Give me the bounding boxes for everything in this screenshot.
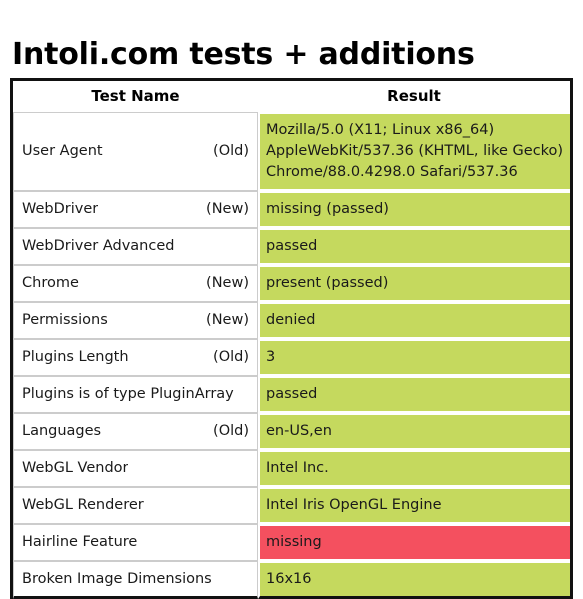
test-name-label: WebDriver <box>22 201 99 217</box>
table-header-row: Test Name Result <box>13 81 570 112</box>
table-row: WebGL Renderer Intel Iris OpenGL Engine <box>13 487 570 524</box>
test-result-cell: en-US,en <box>258 413 570 450</box>
table-row: Chrome (New) present (passed) <box>13 265 570 302</box>
fingerprint-results-table: Test Name Result User Agent (Old) Mozilla/… <box>13 81 570 599</box>
test-name-label: Plugins Length <box>22 349 129 365</box>
test-age-label: (New) <box>206 201 249 217</box>
page-title: Intoli.com tests + additions <box>12 37 475 73</box>
test-name-cell: Chrome (New) <box>13 265 258 302</box>
test-name-label: WebDriver Advanced <box>22 238 175 254</box>
test-name-label: WebGL Renderer <box>22 497 144 513</box>
test-name-cell: Broken Image Dimensions <box>13 561 258 599</box>
test-name-label: Permissions <box>22 312 108 328</box>
table-row: Permissions (New) denied <box>13 302 570 339</box>
test-name-inner: Hairline Feature <box>22 533 249 552</box>
table-row: WebGL Vendor Intel Inc. <box>13 450 570 487</box>
test-name-cell: Permissions (New) <box>13 302 258 339</box>
table-row: Plugins is of type PluginArray passed <box>13 376 570 413</box>
test-age-label: (Old) <box>213 143 249 159</box>
column-header-test-name: Test Name <box>13 81 258 112</box>
test-name-label: Hairline Feature <box>22 534 138 550</box>
test-result-cell: passed <box>258 228 570 265</box>
test-result-cell: Mozilla/5.0 (X11; Linux x86_64) AppleWeb… <box>258 112 570 191</box>
table-row: User Agent (Old) Mozilla/5.0 (X11; Linux x… <box>13 112 570 191</box>
table-body: User Agent (Old) Mozilla/5.0 (X11; Linux x… <box>13 112 570 599</box>
test-name-inner: WebGL Vendor <box>22 459 249 478</box>
test-name-inner: Plugins is of type PluginArray <box>22 385 249 404</box>
test-name-label: Languages <box>22 423 102 439</box>
test-name-cell: WebGL Vendor <box>13 450 258 487</box>
test-name-cell: User Agent (Old) <box>13 112 258 191</box>
table-header: Test Name Result <box>13 81 570 112</box>
test-result-cell: missing (passed) <box>258 191 570 228</box>
test-name-inner: User Agent (Old) <box>22 142 249 161</box>
table-row: WebDriver Advanced passed <box>13 228 570 265</box>
table-row: Broken Image Dimensions 16x16 <box>13 561 570 599</box>
test-name-label: Plugins is of type PluginArray <box>22 386 234 402</box>
test-name-inner: Chrome (New) <box>22 274 249 293</box>
table-row: Languages (Old) en-US,en <box>13 413 570 450</box>
test-name-inner: Broken Image Dimensions <box>22 570 249 589</box>
test-result-cell: Intel Iris OpenGL Engine <box>258 487 570 524</box>
test-name-cell: Hairline Feature <box>13 524 258 561</box>
table-row: Plugins Length (Old) 3 <box>13 339 570 376</box>
test-name-label: WebGL Vendor <box>22 460 129 476</box>
test-age-label: (New) <box>206 312 249 328</box>
test-result-cell: present (passed) <box>258 265 570 302</box>
test-name-inner: Permissions (New) <box>22 311 249 330</box>
test-name-cell: Plugins Length (Old) <box>13 339 258 376</box>
test-name-cell: WebDriver (New) <box>13 191 258 228</box>
test-name-cell: Languages (Old) <box>13 413 258 450</box>
test-result-cell: denied <box>258 302 570 339</box>
test-name-inner: Languages (Old) <box>22 422 249 441</box>
test-result-cell: missing <box>258 524 570 561</box>
test-name-cell: WebGL Renderer <box>13 487 258 524</box>
results-table-container: Test Name Result User Agent (Old) Mozilla/… <box>10 78 573 599</box>
test-name-label: Broken Image Dimensions <box>22 570 212 587</box>
test-name-inner: WebDriver (New) <box>22 200 249 219</box>
test-age-label: (Old) <box>213 423 249 439</box>
test-name-inner: WebDriver Advanced <box>22 237 249 256</box>
table-row: Hairline Feature missing <box>13 524 570 561</box>
test-age-label: (Old) <box>213 349 249 365</box>
test-result-cell: 3 <box>258 339 570 376</box>
test-age-label: (New) <box>206 275 249 291</box>
test-result-cell: Intel Inc. <box>258 450 570 487</box>
test-name-label: User Agent <box>22 143 103 159</box>
test-name-inner: Plugins Length (Old) <box>22 348 249 367</box>
column-header-result: Result <box>258 81 570 112</box>
page-root: Intoli.com tests + additions Test Name R… <box>0 0 583 599</box>
test-name-cell: Plugins is of type PluginArray <box>13 376 258 413</box>
test-name-inner: WebGL Renderer <box>22 496 249 515</box>
test-result-cell: 16x16 <box>258 561 570 599</box>
test-result-cell: passed <box>258 376 570 413</box>
table-row: WebDriver (New) missing (passed) <box>13 191 570 228</box>
test-name-label: Chrome <box>22 275 79 291</box>
test-name-cell: WebDriver Advanced <box>13 228 258 265</box>
